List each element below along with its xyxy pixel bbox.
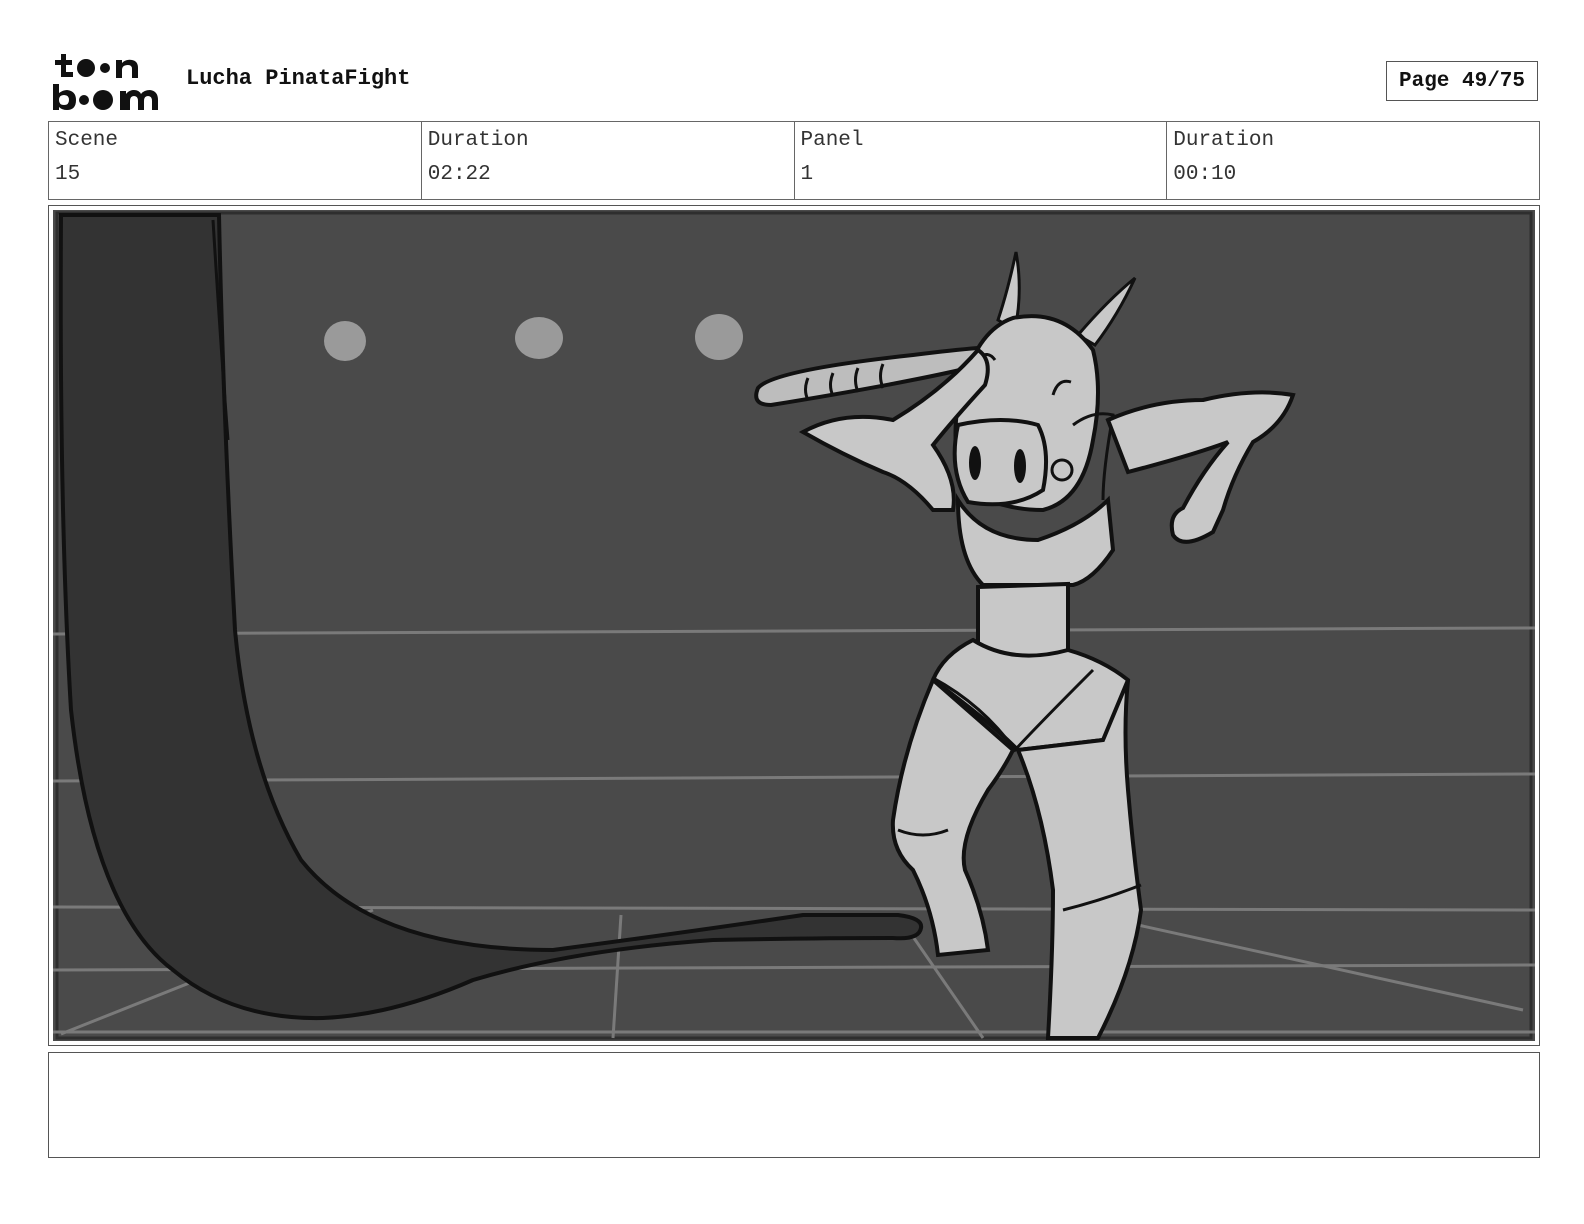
storyboard-panel	[48, 205, 1540, 1046]
panel-cell: Panel 1	[795, 122, 1168, 199]
page-counter: Page 49/75	[1386, 61, 1538, 101]
ceiling-light	[515, 317, 563, 359]
scene-cell: Scene 15	[49, 122, 422, 199]
project-title: Lucha PinataFight	[186, 66, 411, 91]
scene-duration-value: 02:22	[427, 163, 491, 186]
ceiling-light	[695, 314, 743, 360]
panel-notes	[48, 1052, 1540, 1158]
toonboom-logo	[53, 54, 158, 110]
scene-label: Scene	[55, 129, 119, 152]
panel-duration-cell: Duration 00:10	[1167, 122, 1539, 199]
scene-value: 15	[55, 163, 81, 186]
panel-value: 1	[800, 163, 814, 186]
ceiling-light	[324, 321, 366, 361]
panel-drawing	[53, 210, 1535, 1041]
panel-label: Panel	[800, 129, 864, 152]
scene-duration-cell: Duration 02:22	[422, 122, 795, 199]
scene-duration-label: Duration	[427, 129, 529, 152]
panel-duration-value: 00:10	[1173, 163, 1237, 186]
panel-duration-label: Duration	[1173, 129, 1275, 152]
scene-info-table: Scene 15 Duration 02:22 Panel 1 Duration…	[48, 121, 1540, 200]
character-snout	[952, 418, 1048, 507]
